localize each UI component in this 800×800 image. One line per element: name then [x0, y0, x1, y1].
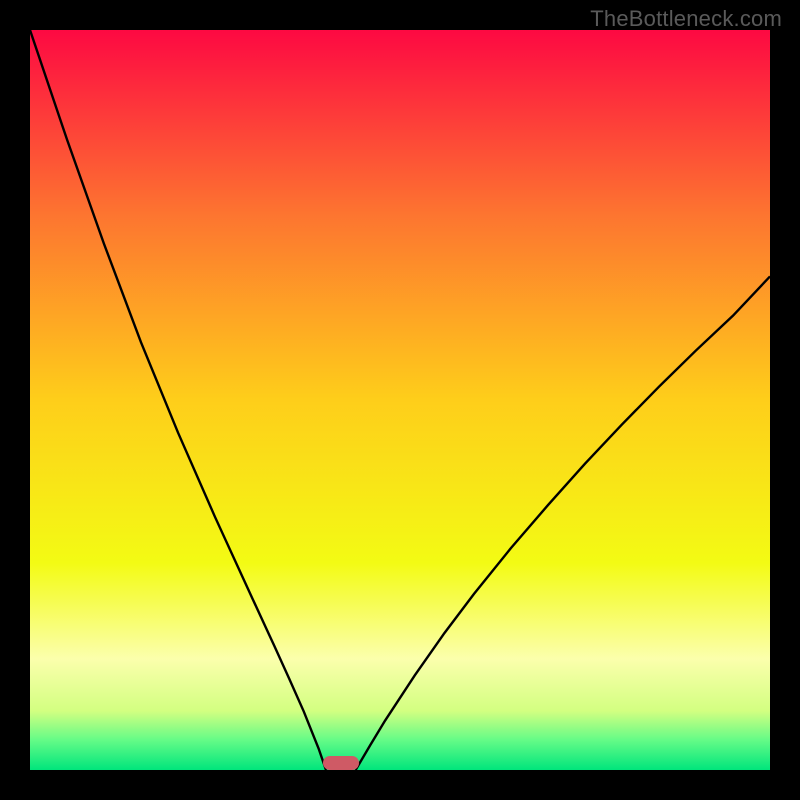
chart-svg [30, 30, 770, 770]
chart-outer: TheBottleneck.com [0, 0, 800, 800]
plot-area [30, 30, 770, 770]
gradient-background [30, 30, 770, 770]
watermark-text: TheBottleneck.com [590, 6, 782, 32]
bottleneck-marker [323, 756, 359, 770]
